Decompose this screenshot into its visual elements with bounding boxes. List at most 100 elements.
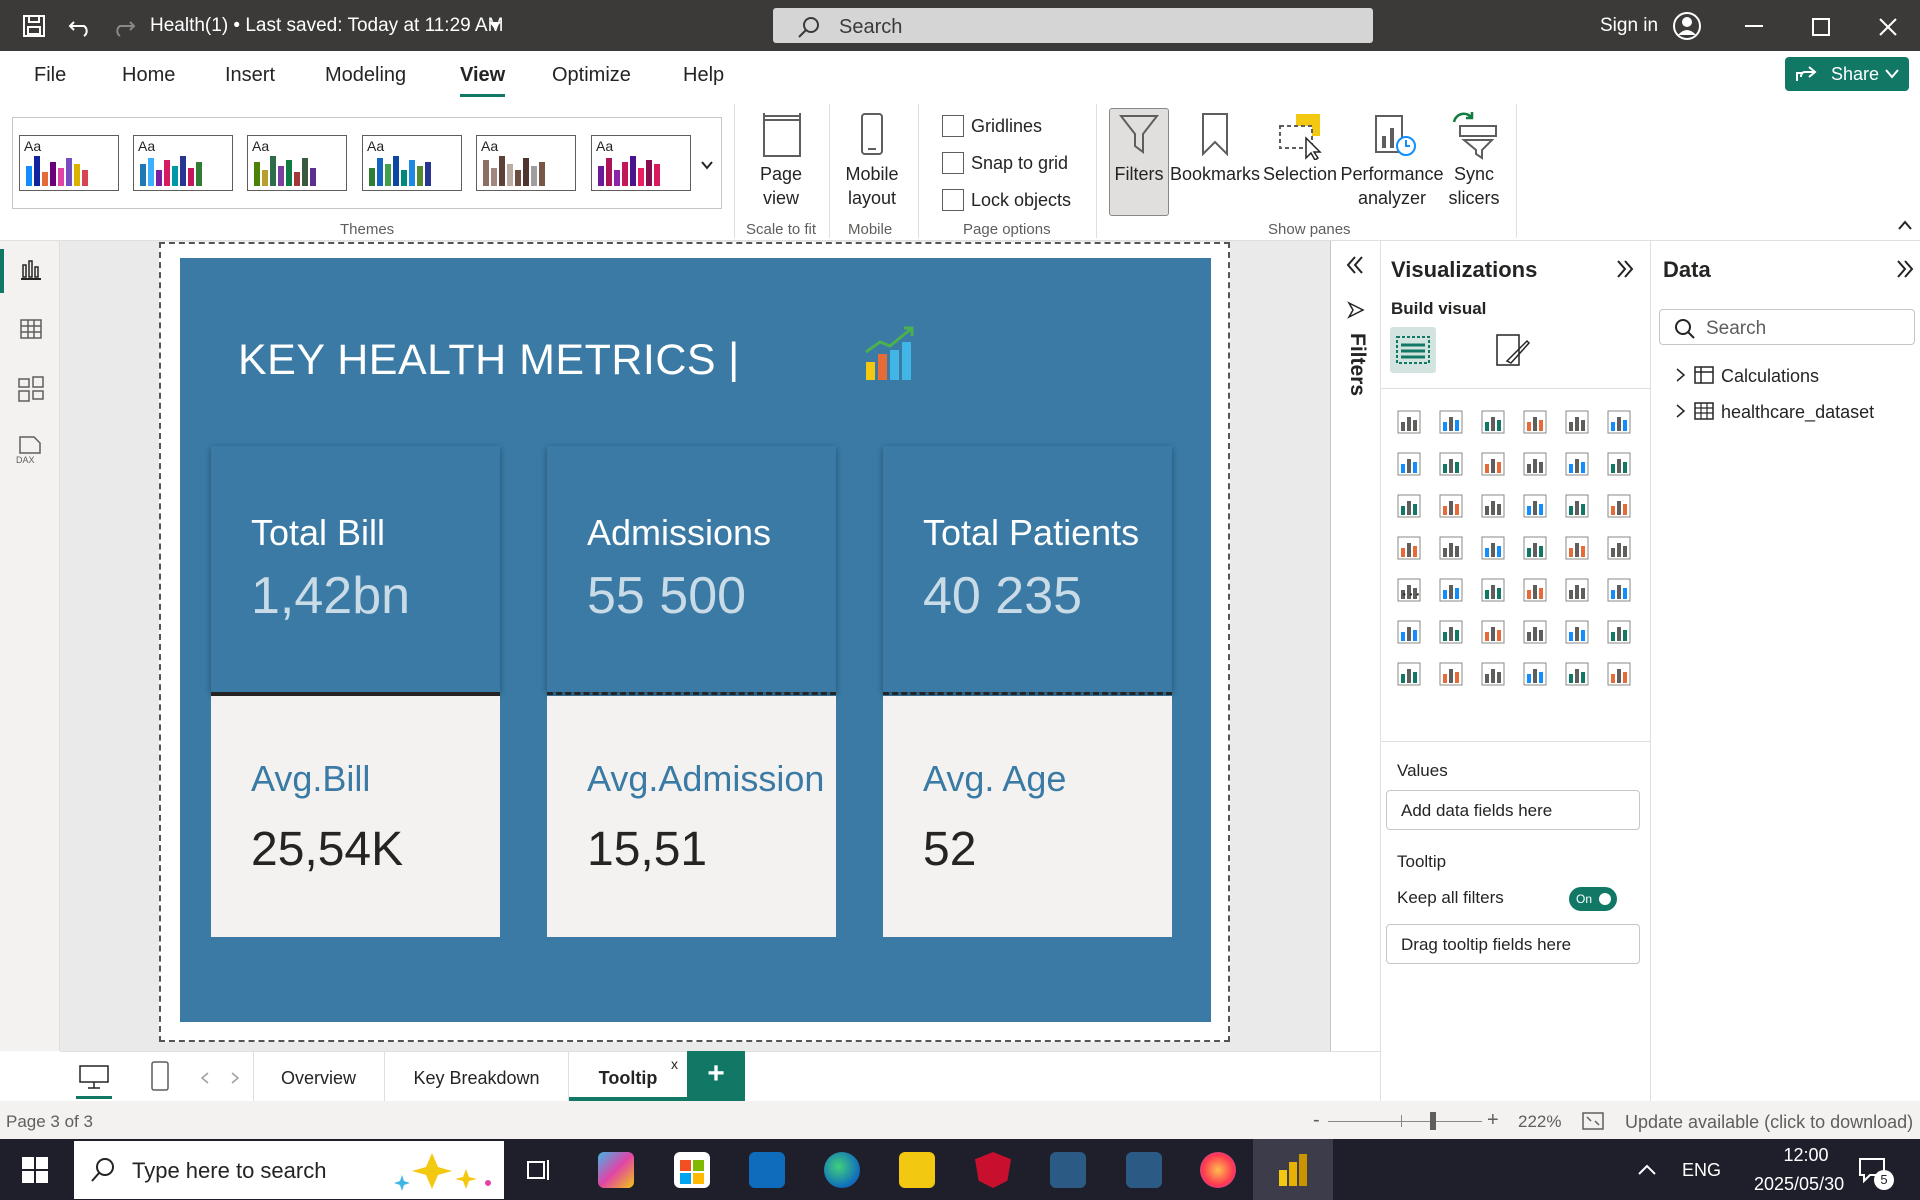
copilot-app-icon[interactable] — [598, 1152, 634, 1188]
viz-donut-icon[interactable] — [1605, 492, 1633, 520]
bookmarks-button[interactable]: Bookmarks — [1170, 162, 1260, 186]
collapse-pane-icon[interactable] — [1615, 259, 1635, 279]
keep-filters-toggle[interactable]: On — [1569, 887, 1617, 911]
viz-stacked-bar-icon[interactable] — [1395, 408, 1423, 436]
avatar[interactable] — [1672, 11, 1702, 41]
page-view-button[interactable]: Page view — [745, 162, 817, 210]
document-title[interactable]: Health(1) • Last saved: Today at 11:29 A… — [150, 15, 503, 37]
viz-metrics-icon[interactable] — [1605, 618, 1633, 646]
theme-option-4[interactable]: Aa — [362, 135, 462, 191]
report-view-icon[interactable] — [19, 257, 43, 281]
selection-button[interactable]: Selection — [1262, 162, 1338, 186]
model-view-icon[interactable] — [17, 375, 45, 403]
viz-100-column-icon[interactable] — [1605, 408, 1633, 436]
performance-analyzer-button[interactable]: Performance analyzer — [1338, 162, 1446, 210]
viz-smart-narrative-icon[interactable] — [1563, 618, 1591, 646]
task-view-icon[interactable] — [526, 1156, 554, 1184]
menu-home[interactable]: Home — [122, 64, 175, 87]
close-tab-icon[interactable]: x — [671, 1056, 678, 1072]
viz-chevron-visual-icon[interactable] — [1605, 660, 1633, 688]
language-indicator[interactable]: ENG — [1682, 1160, 1721, 1181]
save-icon[interactable] — [22, 14, 46, 38]
chevron-right-icon[interactable] — [1675, 367, 1687, 383]
admissions-card[interactable]: Admissions 55 500 — [547, 446, 836, 692]
tooltip-drop-well[interactable]: Drag tooltip fields here — [1386, 924, 1640, 964]
viz-stacked-area-icon[interactable] — [1479, 450, 1507, 478]
desktop-layout-icon[interactable] — [78, 1064, 110, 1090]
table-healthcare-dataset[interactable]: healthcare_dataset — [1721, 402, 1874, 423]
redo-icon[interactable] — [112, 14, 136, 38]
viz-ribbon-area-icon[interactable] — [1521, 450, 1549, 478]
viz-power-automate-icon[interactable] — [1479, 660, 1507, 688]
filters-pane-collapsed[interactable]: Filters — [1330, 241, 1380, 1051]
viz-slicer-icon[interactable] — [1479, 576, 1507, 604]
undo-icon[interactable] — [68, 14, 92, 38]
viz-decomposition-tree-icon[interactable] — [1479, 618, 1507, 646]
avg-bill-card[interactable]: Avg.Bill 25,54K — [211, 696, 500, 937]
tab-key-breakdown[interactable]: Key Breakdown — [385, 1051, 569, 1101]
viz-pie-icon[interactable] — [1563, 492, 1591, 520]
dax-query-view-icon[interactable]: DAX — [14, 435, 46, 465]
zoom-slider-thumb[interactable] — [1430, 1112, 1436, 1130]
system-tray-chevron-icon[interactable] — [1637, 1162, 1657, 1176]
viz-scatter-icon[interactable] — [1521, 492, 1549, 520]
viz-filled-map-icon[interactable] — [1479, 534, 1507, 562]
table-view-icon[interactable] — [19, 317, 43, 341]
theme-option-3[interactable]: Aa — [247, 135, 347, 191]
fit-to-page-icon[interactable] — [1581, 1111, 1605, 1131]
collapse-pane-icon[interactable] — [1895, 259, 1915, 279]
tab-tooltip[interactable]: Tooltip — [569, 1051, 687, 1101]
edge-app-icon[interactable] — [824, 1152, 860, 1188]
viz-map-icon[interactable] — [1437, 534, 1465, 562]
viz-power-apps-icon[interactable] — [1437, 660, 1465, 688]
viz-area-icon[interactable] — [1437, 450, 1465, 478]
viz-clustered-column-icon[interactable] — [1521, 408, 1549, 436]
viz-card-icon[interactable] — [1605, 534, 1633, 562]
mysql-workbench-app-icon[interactable] — [1126, 1152, 1162, 1188]
viz-key-influencers-icon[interactable] — [1437, 618, 1465, 646]
more-visuals-button[interactable]: ··· — [1401, 583, 1421, 606]
minimize-icon[interactable] — [1745, 25, 1763, 27]
sync-slicers-button[interactable]: Sync slicers — [1440, 162, 1508, 210]
mobile-layout-button[interactable]: Mobile layout — [838, 162, 906, 210]
avg-age-card[interactable]: Avg. Age 52 — [883, 696, 1172, 937]
outlook-app-icon[interactable] — [749, 1152, 785, 1188]
firefox-app-icon[interactable] — [1200, 1152, 1236, 1188]
sign-in-link[interactable]: Sign in — [1600, 15, 1658, 37]
update-available-link[interactable]: Update available (click to download) — [1625, 1112, 1913, 1133]
theme-option-1[interactable]: Aa — [19, 135, 119, 191]
viz-diamond-visual-icon[interactable] — [1563, 660, 1591, 688]
file-explorer-app-icon[interactable] — [899, 1152, 935, 1188]
tab-overview[interactable]: Overview — [253, 1051, 385, 1101]
snap-to-grid-checkbox[interactable] — [942, 152, 964, 174]
collapse-ribbon-icon[interactable] — [1898, 220, 1912, 230]
viz-100-bar-icon[interactable] — [1563, 408, 1591, 436]
viz-kpi-icon[interactable] — [1437, 576, 1465, 604]
lock-objects-checkbox[interactable] — [942, 189, 964, 211]
total-patients-card[interactable]: Total Patients 40 235 — [883, 446, 1172, 692]
viz-gauge-icon[interactable] — [1563, 534, 1591, 562]
theme-option-5[interactable]: Aa — [476, 135, 576, 191]
mobile-layout-icon[interactable] — [150, 1060, 170, 1092]
viz-waterfall-icon[interactable] — [1437, 492, 1465, 520]
viz-paginated-report-icon[interactable] — [1395, 660, 1423, 688]
gridlines-checkbox[interactable] — [942, 115, 964, 137]
theme-option-2[interactable]: Aa — [133, 135, 233, 191]
menu-view[interactable]: View — [460, 64, 506, 97]
clock-time[interactable]: 12:00 — [1766, 1145, 1846, 1166]
viz-python-visual-icon[interactable] — [1395, 618, 1423, 646]
menu-optimize[interactable]: Optimize — [552, 64, 631, 87]
viz-stacked-column-icon[interactable] — [1437, 408, 1465, 436]
viz-qa-icon[interactable] — [1521, 618, 1549, 646]
menu-help[interactable]: Help — [683, 64, 724, 87]
viz-ribbon-icon[interactable] — [1395, 492, 1423, 520]
expand-filters-icon[interactable] — [1345, 255, 1365, 275]
search-input[interactable]: Search — [773, 8, 1373, 43]
clock-date[interactable]: 2025/05/30 — [1754, 1174, 1844, 1195]
chevron-right-icon[interactable] — [1675, 403, 1687, 419]
zoom-in-button[interactable]: + — [1487, 1109, 1499, 1132]
viz-arcgis-icon[interactable] — [1521, 660, 1549, 688]
viz-r-visual-icon[interactable] — [1605, 576, 1633, 604]
close-icon[interactable] — [1878, 17, 1898, 37]
format-visual-icon[interactable] — [1493, 331, 1531, 369]
